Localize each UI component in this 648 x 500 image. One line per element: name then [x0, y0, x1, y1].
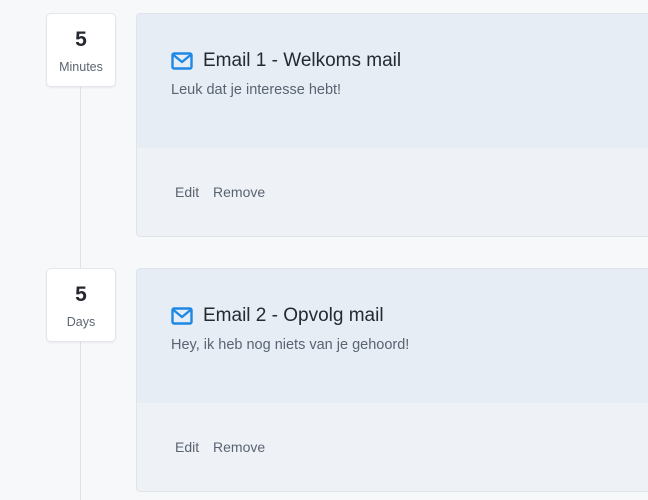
- delay-unit: Days: [66, 315, 96, 329]
- edit-button[interactable]: Edit: [175, 439, 199, 455]
- edit-button[interactable]: Edit: [175, 184, 199, 200]
- email-title: Email 2 - Opvolg mail: [203, 305, 384, 326]
- remove-button[interactable]: Remove: [213, 184, 265, 200]
- email-card-footer: Edit Remove: [137, 148, 648, 236]
- mail-icon: [171, 52, 193, 70]
- delay-value: 5: [75, 28, 87, 51]
- delay-badge: 5 Minutes: [46, 13, 116, 87]
- remove-button[interactable]: Remove: [213, 439, 265, 455]
- delay-badge: 5 Days: [46, 268, 116, 342]
- email-card: Email 1 - Welkoms mail Leuk dat je inter…: [136, 13, 648, 237]
- card-actions: Edit Remove: [175, 184, 275, 200]
- email-subtitle: Hey, ik heb nog niets van je gehoord!: [171, 337, 410, 353]
- mail-icon: [171, 307, 193, 325]
- delay-value: 5: [75, 283, 87, 306]
- email-card: Email 2 - Opvolg mail Hey, ik heb nog ni…: [136, 268, 648, 492]
- card-actions: Edit Remove: [175, 439, 275, 455]
- email-card-footer: Edit Remove: [137, 403, 648, 491]
- email-card-header: Email 1 - Welkoms mail Leuk dat je inter…: [137, 14, 648, 148]
- email-card-header: Email 2 - Opvolg mail Hey, ik heb nog ni…: [137, 269, 648, 403]
- email-subtitle: Leuk dat je interesse hebt!: [171, 82, 342, 98]
- delay-unit: Minutes: [59, 60, 103, 74]
- email-title: Email 1 - Welkoms mail: [203, 50, 402, 71]
